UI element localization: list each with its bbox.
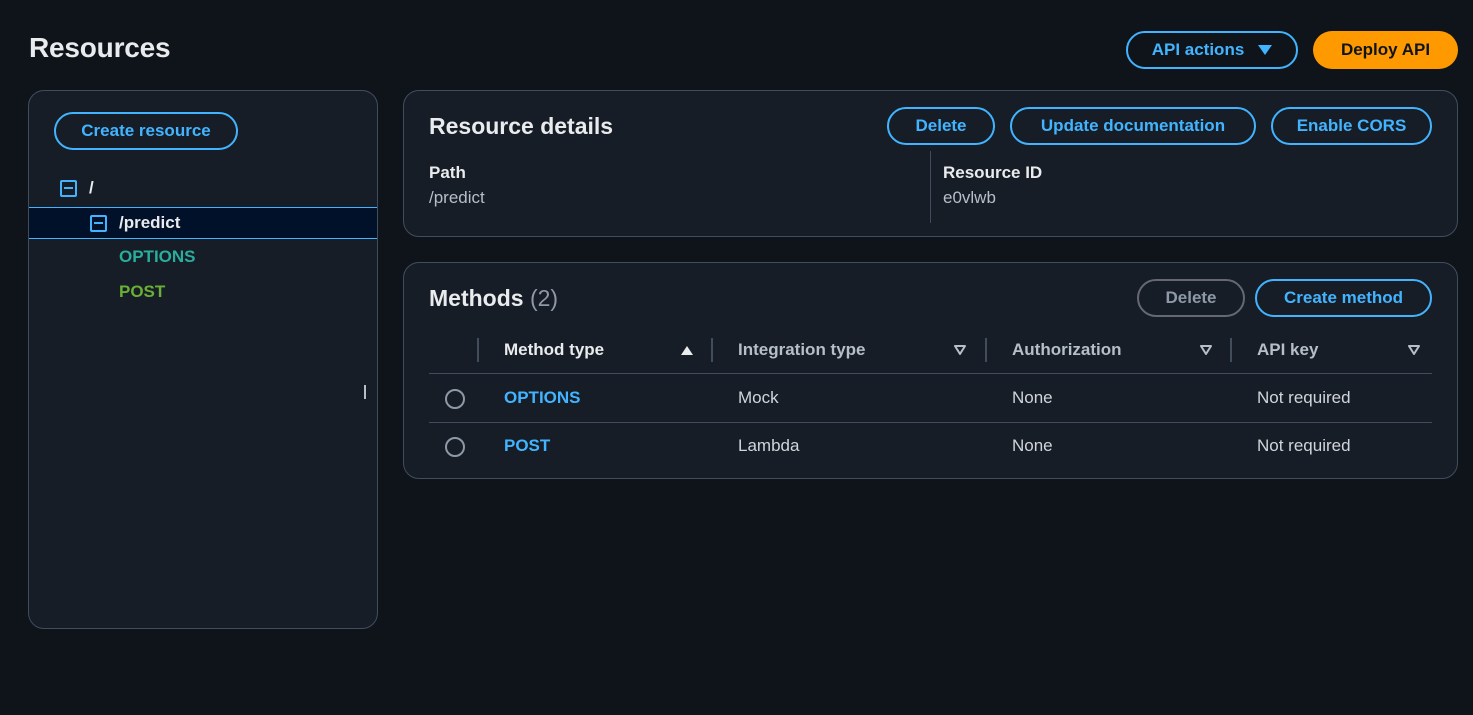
resource-id-label: Resource ID bbox=[943, 163, 1043, 182]
collapse-icon[interactable] bbox=[90, 214, 107, 232]
tree-method-label: OPTIONS bbox=[119, 247, 196, 266]
sort-descending-icon[interactable] bbox=[1200, 345, 1212, 355]
sort-descending-icon[interactable] bbox=[1408, 345, 1420, 355]
caret-down-icon bbox=[1258, 45, 1273, 55]
column-separator[interactable] bbox=[1230, 338, 1232, 362]
path-value: /predict bbox=[429, 188, 485, 207]
tree-item-root[interactable]: / bbox=[29, 172, 377, 204]
row-select-radio[interactable] bbox=[445, 437, 465, 457]
sort-descending-icon[interactable] bbox=[954, 345, 966, 355]
delete-method-button[interactable]: Delete bbox=[1137, 279, 1245, 317]
page-title: Resources bbox=[29, 32, 171, 63]
api-actions-label: API actions bbox=[1151, 40, 1245, 59]
resource-tree-panel: Create resource / /predict OPTIONS POST bbox=[28, 90, 378, 629]
column-header-integration-type[interactable]: Integration type bbox=[738, 339, 866, 361]
row-select-radio[interactable] bbox=[445, 389, 465, 409]
authorization-cell: None bbox=[1012, 436, 1053, 455]
column-separator bbox=[477, 338, 479, 362]
methods-title-text: Methods bbox=[429, 285, 524, 311]
resource-details-title: Resource details bbox=[429, 113, 614, 139]
methods-title: Methods (2) bbox=[429, 285, 558, 312]
methods-count: (2) bbox=[529, 285, 559, 311]
tree-item-label: /predict bbox=[119, 213, 181, 232]
column-header-api-key[interactable]: API key bbox=[1257, 339, 1318, 361]
column-separator[interactable] bbox=[985, 338, 987, 362]
api-key-cell: Not required bbox=[1257, 388, 1351, 407]
integration-type-cell: Lambda bbox=[738, 436, 800, 455]
sort-ascending-icon[interactable] bbox=[681, 346, 693, 355]
authorization-cell: None bbox=[1012, 388, 1053, 407]
column-header-authorization[interactable]: Authorization bbox=[1012, 339, 1122, 361]
enable-cors-button[interactable]: Enable CORS bbox=[1271, 107, 1432, 145]
tree-item-label: / bbox=[89, 178, 94, 197]
tree-item-options[interactable]: OPTIONS bbox=[29, 241, 377, 273]
create-resource-button[interactable]: Create resource bbox=[54, 112, 238, 150]
method-link-options[interactable]: OPTIONS bbox=[504, 388, 581, 408]
divider bbox=[930, 151, 931, 223]
path-label: Path bbox=[429, 163, 466, 182]
api-key-cell: Not required bbox=[1257, 436, 1351, 455]
delete-resource-button[interactable]: Delete bbox=[887, 107, 995, 145]
method-link-post[interactable]: POST bbox=[504, 436, 550, 456]
tree-method-label: POST bbox=[119, 282, 166, 301]
update-documentation-button[interactable]: Update documentation bbox=[1010, 107, 1256, 145]
resize-handle[interactable] bbox=[364, 385, 366, 399]
table-header-divider bbox=[429, 373, 1432, 374]
tree-item-post[interactable]: POST bbox=[29, 276, 377, 308]
create-method-button[interactable]: Create method bbox=[1255, 279, 1432, 317]
integration-type-cell: Mock bbox=[738, 388, 779, 407]
tree-item-predict[interactable]: /predict bbox=[29, 207, 377, 239]
resource-id-value: e0vlwb bbox=[943, 188, 996, 207]
api-actions-button[interactable]: API actions bbox=[1126, 31, 1298, 69]
column-separator[interactable] bbox=[711, 338, 713, 362]
table-row-divider bbox=[429, 422, 1432, 423]
deploy-api-button[interactable]: Deploy API bbox=[1313, 31, 1458, 69]
collapse-icon[interactable] bbox=[60, 179, 77, 197]
column-header-method-type[interactable]: Method type bbox=[504, 339, 604, 361]
